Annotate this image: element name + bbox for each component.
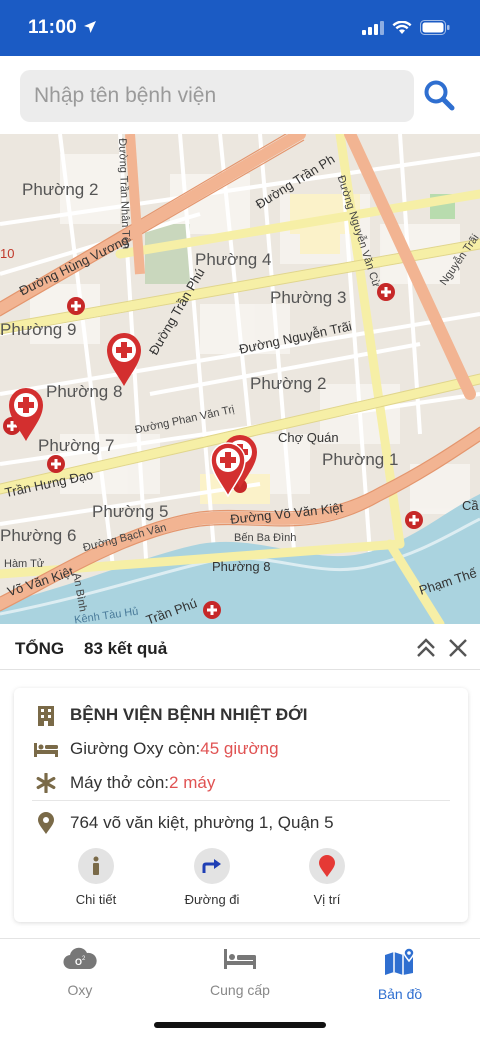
map-label-phuong-7: Phường 7	[38, 436, 115, 455]
location-arrow-icon	[83, 21, 96, 33]
status-time: 11:00	[28, 17, 97, 39]
home-indicator	[154, 1022, 326, 1028]
directions-label: Đường đi	[184, 892, 240, 907]
map-label-phuong-2: Phường 2	[22, 180, 99, 199]
map-label-cau: Cầ	[462, 498, 479, 513]
status-bar: 11:00	[0, 0, 480, 56]
tab-map[interactable]: Bản đồ	[340, 947, 460, 1002]
total-label: TỔNG	[15, 639, 65, 658]
location-label: Vị trí	[313, 892, 341, 907]
map-marker-icon	[32, 812, 60, 834]
time-text: 11:00	[28, 17, 78, 38]
ventilator-row: Máy thở còn: 2 máy	[14, 773, 215, 793]
map-label-ham-tu: Hàm Tử	[4, 558, 45, 570]
map-label-phuong-4: Phường 4	[195, 250, 272, 269]
map-label-10: 10	[0, 246, 15, 261]
map-label-phuong-5: Phường 5	[92, 502, 169, 521]
results-header: TỔNG 83 kết quả	[0, 624, 480, 670]
status-icons	[362, 20, 450, 35]
detail-button[interactable]: Chi tiết	[51, 848, 141, 907]
battery-icon	[420, 20, 450, 35]
location-button[interactable]: Vị trí	[282, 848, 372, 907]
map-label-phuong-9: Phường 9	[0, 320, 77, 339]
tab-oxy-label: Oxy	[67, 982, 93, 998]
card-actions: Chi tiết Đường đi Vị trí	[14, 848, 468, 918]
location-pin-icon	[309, 848, 345, 884]
wifi-icon	[392, 20, 412, 34]
hospital-name-row: BỆNH VIỆN BỆNH NHIỆT ĐỚI	[14, 704, 307, 726]
oxy-bed-label: Giường Oxy còn:	[70, 739, 201, 758]
map-label-phuong-1: Phường 1	[322, 450, 399, 469]
search-bar	[0, 56, 480, 134]
svg-text:O: O	[75, 957, 82, 967]
close-icon[interactable]	[446, 636, 470, 660]
directions-button[interactable]: Đường đi	[167, 848, 257, 907]
asterisk-icon	[32, 773, 60, 793]
detail-label: Chi tiết	[75, 892, 117, 907]
map-view[interactable]: Phường 2 Phường 4 Phường 3 Phường 9 Phườ…	[0, 134, 480, 624]
map-tab-icon	[385, 947, 415, 975]
tab-oxy[interactable]: O 2 Oxy	[20, 947, 140, 998]
tab-map-label: Bản đồ	[377, 986, 423, 1002]
ventilator-value: 2 máy	[169, 773, 216, 792]
result-count: 83 kết quả	[84, 639, 168, 658]
map-label-phuong-3: Phường 3	[270, 288, 347, 307]
oxygen-cloud-icon: O 2	[63, 947, 97, 970]
tab-supply[interactable]: Cung cấp	[180, 947, 300, 998]
map-label-ben-ba-dinh: Bến Ba Đình	[234, 532, 297, 544]
oxy-bed-value: 45 giường	[200, 739, 279, 758]
expand-up-icon[interactable]	[414, 636, 438, 660]
ventilator-label: Máy thở còn:	[70, 773, 170, 792]
hospital-card[interactable]: BỆNH VIỆN BỆNH NHIỆT ĐỚI Giường Oxy còn:…	[14, 688, 468, 922]
directions-arrow-icon	[194, 848, 230, 884]
map-roads	[0, 134, 480, 624]
map-label-cho-quan: Chợ Quán	[278, 430, 339, 445]
hospital-address: 764 võ văn kiệt, phường 1, Quận 5	[70, 813, 334, 832]
bed-tab-icon	[224, 949, 256, 969]
oxy-bed-row: Giường Oxy còn: 45 giường	[14, 739, 279, 759]
bed-icon	[32, 741, 60, 757]
map-label-phuong-2b: Phường 2	[250, 374, 327, 393]
building-icon	[32, 704, 60, 726]
address-row: 764 võ văn kiệt, phường 1, Quận 5	[14, 812, 334, 834]
signal-icon	[362, 20, 384, 35]
search-icon[interactable]	[422, 78, 456, 112]
map-label-phuong-6: Phường 6	[0, 526, 77, 545]
tab-supply-label: Cung cấp	[210, 982, 270, 998]
hospital-name: BỆNH VIỆN BỆNH NHIỆT ĐỚI	[70, 705, 308, 724]
search-input[interactable]	[20, 70, 414, 122]
map-label-phuong-8b: Phường 8	[212, 559, 271, 574]
info-icon	[78, 848, 114, 884]
map-label-phuong-8: Phường 8	[46, 382, 123, 401]
results-sheet: TỔNG 83 kết quả BỆNH VIỆN BỆNH NHIỆT ĐỚI…	[0, 624, 480, 939]
card-divider	[32, 800, 450, 801]
